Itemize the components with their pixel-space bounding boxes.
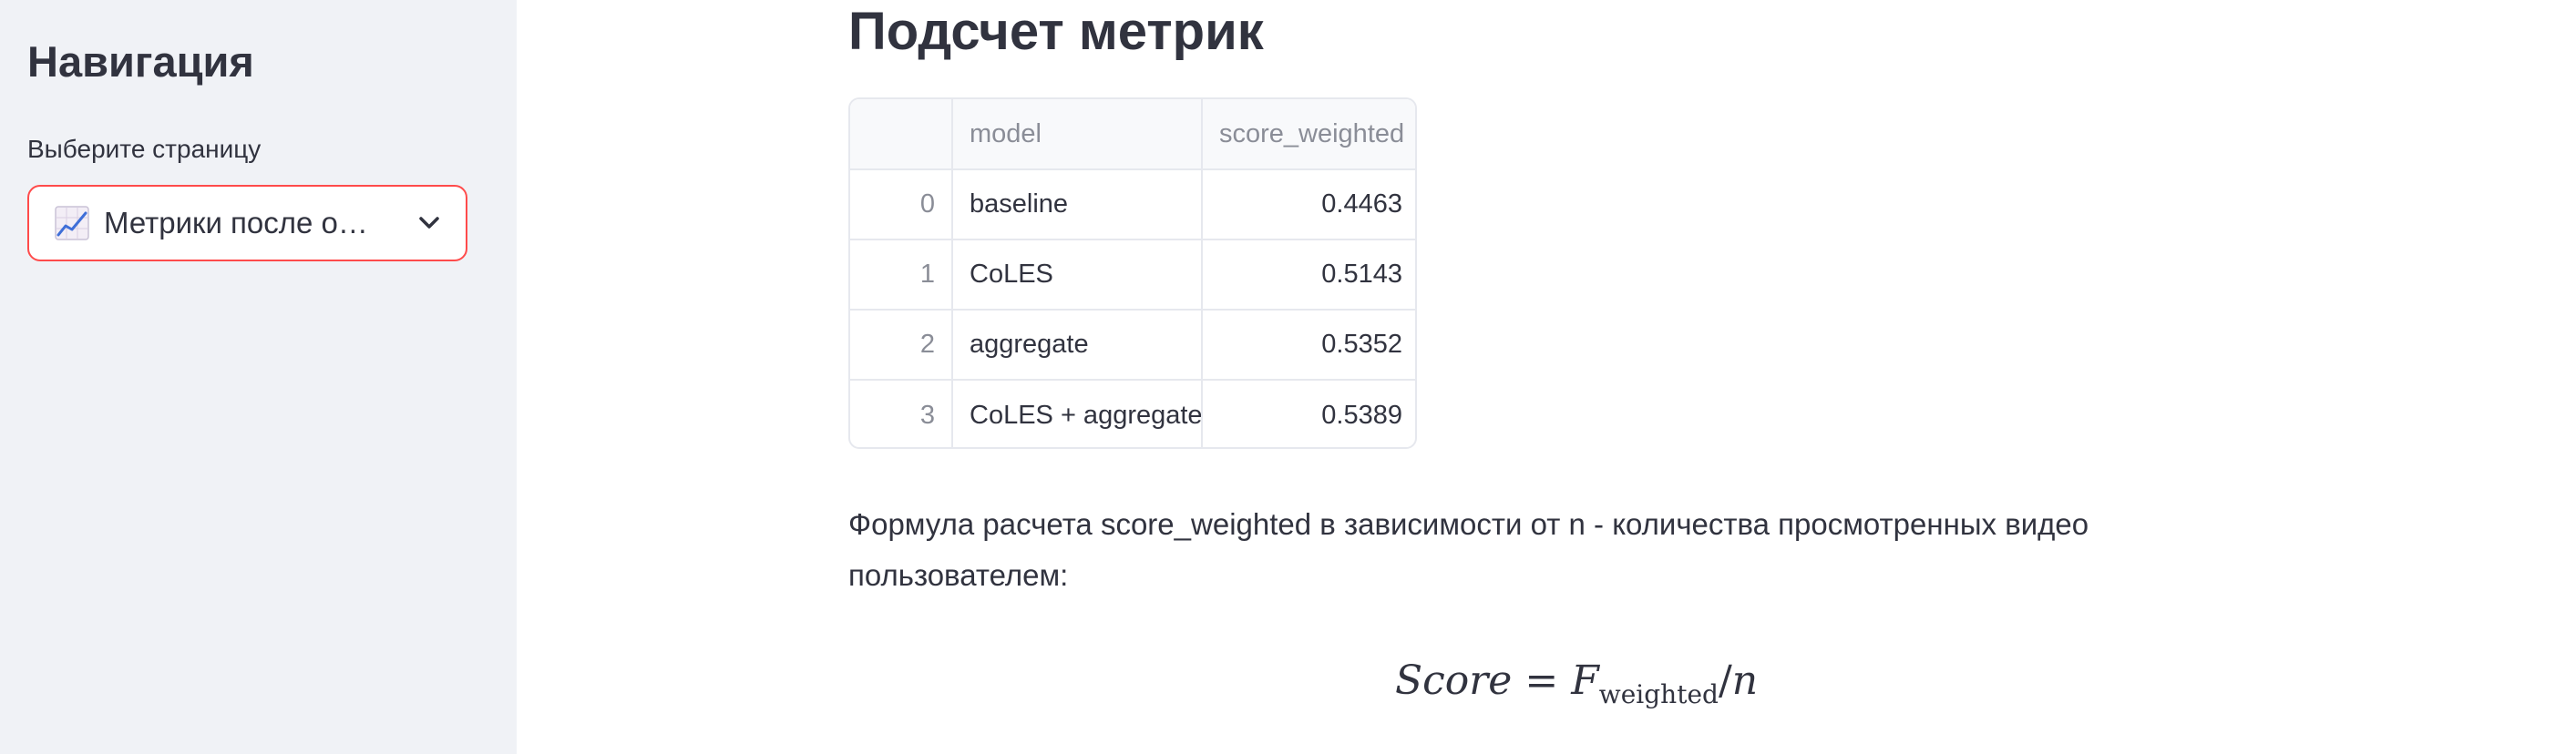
formula-equals: = <box>1524 657 1559 704</box>
page-title: Подсчет метрик <box>848 2 1264 61</box>
model-cell[interactable]: CoLES + aggregate <box>952 380 1203 447</box>
score-formula: Score = Fweighted/n <box>1395 657 1758 709</box>
sidebar: Навигация Выберите страницу Метрики посл… <box>0 0 517 754</box>
score-cell[interactable]: 0.5143 <box>1202 239 1415 311</box>
formula-subscript: weighted <box>1598 678 1719 709</box>
row-index: 2 <box>850 310 953 381</box>
formula-f: F <box>1571 657 1599 704</box>
index-column-header <box>850 99 953 170</box>
table-row: 2 aggregate 0.5352 <box>850 310 1415 381</box>
table-header-row: model score_weighted <box>850 99 1415 170</box>
page-select-label: Выберите страницу <box>27 135 262 163</box>
chevron-down-icon[interactable] <box>415 209 444 238</box>
table-row: 0 baseline 0.4463 <box>850 169 1415 240</box>
row-index: 0 <box>850 169 953 240</box>
table-row: 1 CoLES 0.5143 <box>850 239 1415 311</box>
formula-slash: / <box>1718 657 1732 704</box>
chart-increasing-icon <box>55 206 89 240</box>
score-column-header[interactable]: score_weighted <box>1202 99 1415 170</box>
formula-n: n <box>1731 657 1759 704</box>
model-cell[interactable]: baseline <box>952 169 1203 240</box>
page-select-value: Метрики после о… <box>104 206 368 239</box>
formula-lhs: Score <box>1395 657 1513 704</box>
score-cell[interactable]: 0.5389 <box>1202 380 1415 447</box>
model-cell[interactable]: aggregate <box>952 310 1203 381</box>
formula-description: Формула расчета score_weighted в зависим… <box>848 507 2089 592</box>
score-cell[interactable]: 0.4463 <box>1202 169 1415 240</box>
score-cell[interactable]: 0.5352 <box>1202 310 1415 381</box>
model-cell[interactable]: CoLES <box>952 239 1203 311</box>
table-row: 3 CoLES + aggregate 0.5389 <box>850 380 1415 447</box>
model-column-header[interactable]: model <box>952 99 1203 170</box>
row-index: 3 <box>850 380 953 447</box>
metrics-table[interactable]: model score_weighted 0 baseline 0.4463 1… <box>848 97 1417 449</box>
sidebar-title: Навигация <box>27 37 254 86</box>
row-index: 1 <box>850 239 953 311</box>
page-select[interactable]: Метрики после о… <box>27 185 467 261</box>
